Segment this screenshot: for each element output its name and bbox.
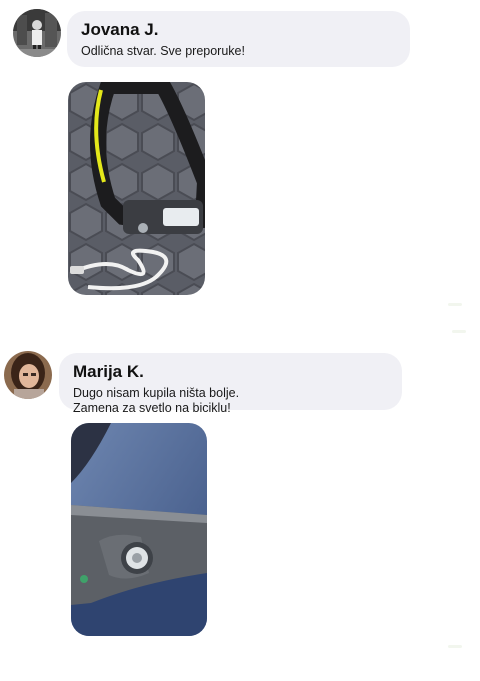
decorative-speck: [448, 645, 462, 648]
user-avatar-icon[interactable]: [13, 9, 61, 57]
decorative-speck: [448, 303, 462, 306]
review-bubble: Marija K. Dugo nisam kupila ništa bolje.…: [59, 353, 402, 415]
review-text-line: Odlična stvar. Sve preporuke!: [81, 44, 245, 58]
review-photo[interactable]: [71, 423, 207, 636]
user-avatar-icon[interactable]: [4, 351, 52, 399]
reviewer-name: Marija K.: [73, 362, 144, 381]
decorative-speck: [452, 330, 466, 333]
review-bubble: Jovana J. Odlična stvar. Sve preporuke!: [67, 11, 410, 67]
reviewer-name: Jovana J.: [81, 20, 159, 39]
review-photo[interactable]: [68, 82, 205, 295]
review-text-line: Dugo nisam kupila ništa bolje.: [73, 386, 240, 400]
review-text-line: Zamena za svetlo na biciklu!: [73, 401, 231, 415]
